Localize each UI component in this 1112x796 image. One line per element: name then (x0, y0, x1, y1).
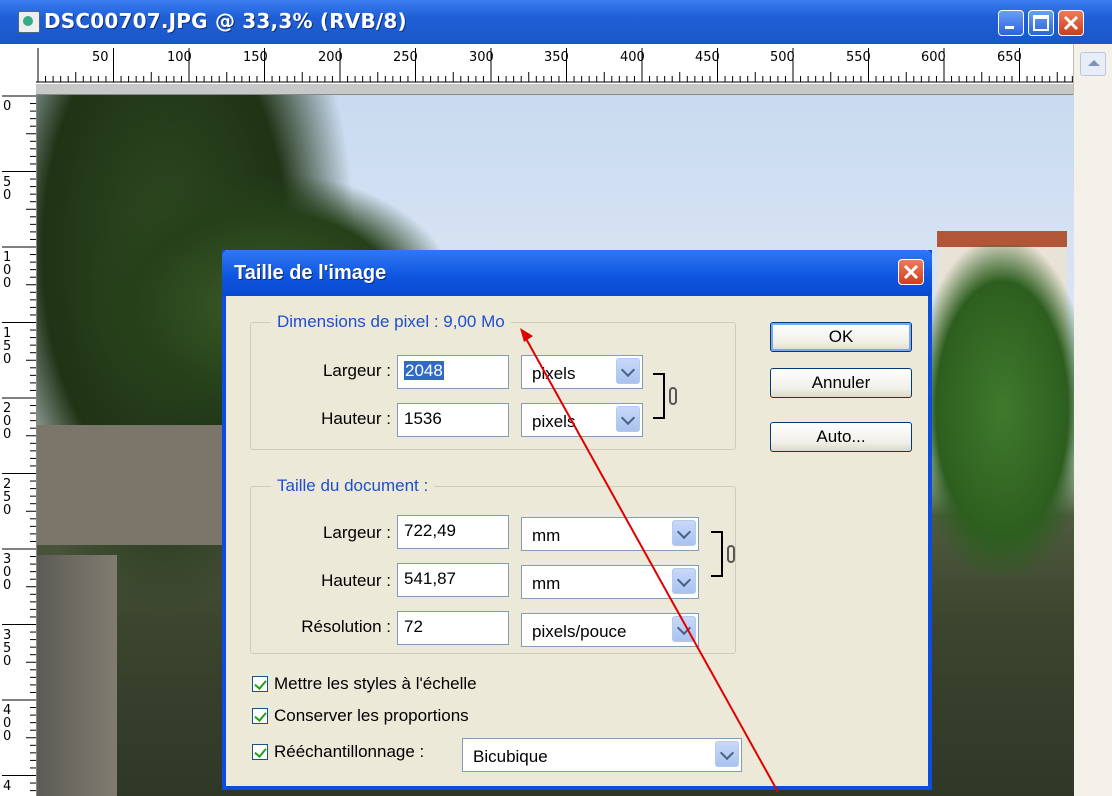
close-icon (903, 264, 919, 280)
image-size-dialog: Taille de l'image Dimensions de pixel : … (222, 250, 932, 790)
ruler-label: 4 (3, 778, 12, 794)
pixel-dimensions-title: Dimensions de pixel : 9,00 Mo (271, 312, 511, 332)
pixel-dimensions-group: Dimensions de pixel : 9,00 Mo Largeur : … (250, 312, 736, 450)
dialog-close-button[interactable] (898, 259, 924, 285)
ruler-label: 350 (544, 50, 569, 65)
ruler-label: 400 (620, 50, 645, 65)
ruler-label: 5 (3, 489, 12, 505)
chevron-down-icon[interactable] (616, 358, 640, 384)
ruler-label: 0 (3, 729, 12, 744)
photo-trees-right (917, 245, 1074, 575)
ruler-label: 5 (3, 338, 12, 354)
canvas-top-border (36, 84, 1074, 95)
ruler-label: 0 (3, 187, 12, 203)
photo-bridge (37, 425, 237, 545)
resolution-label: Résolution : (301, 617, 391, 636)
pixel-height-label: Hauteur : (321, 409, 391, 428)
doc-height-input[interactable]: 541,87 (397, 563, 509, 597)
pixel-height-unit-select[interactable]: pixels (521, 403, 643, 437)
cancel-button[interactable]: Annuler (770, 368, 912, 398)
close-window-button[interactable] (1058, 10, 1084, 36)
chevron-down-icon[interactable] (672, 616, 696, 642)
ruler-label: 0 (3, 578, 12, 593)
minimize-icon (1005, 26, 1014, 29)
ruler-label: 0 (3, 653, 12, 669)
ruler-label: 450 (695, 50, 720, 65)
maximize-icon (1033, 15, 1049, 31)
horizontal-ruler[interactable]: 50 100 150 200 250 300 350 400 450 500 5… (0, 44, 1074, 85)
doc-width-unit-select[interactable]: mm (521, 517, 699, 551)
document-size-group: Taille du document : Largeur : 722,49 mm… (250, 476, 736, 654)
doc-width-input[interactable]: 722,49 (397, 515, 509, 549)
ruler-label: 500 (770, 50, 795, 65)
chevron-down-icon[interactable] (672, 568, 696, 594)
ruler-label: 250 (393, 50, 418, 65)
chevron-down-icon[interactable] (715, 741, 739, 767)
ruler-label: 0 (3, 351, 12, 367)
ruler-label: 550 (846, 50, 871, 65)
ruler-label: 3 (3, 627, 12, 643)
ruler-label: 150 (243, 50, 268, 65)
window-title: DSC00707.JPG @ 33,3% (RVB/8) (44, 9, 407, 33)
scale-styles-checkbox[interactable] (252, 676, 268, 692)
ruler-label: 2 (3, 476, 12, 492)
ruler-label: 50 (92, 50, 109, 65)
photo-quay-wall (37, 555, 117, 796)
chain-link-icon (669, 387, 677, 405)
document-size-title: Taille du document : (271, 476, 435, 496)
ruler-label: 100 (167, 50, 192, 65)
constrain-link-bracket (653, 373, 665, 419)
resolution-unit-select[interactable]: pixels/pouce (521, 613, 699, 647)
dialog-title: Taille de l'image (234, 262, 387, 284)
ruler-label: 1 (3, 325, 12, 341)
scale-styles-label[interactable]: Mettre les styles à l'échelle (274, 674, 477, 694)
pixel-width-input[interactable]: 2048 (397, 355, 509, 389)
pixel-height-input[interactable]: 1536 (397, 403, 509, 437)
chevron-down-icon[interactable] (616, 406, 640, 432)
resample-label[interactable]: Rééchantillonnage : (274, 742, 424, 762)
ruler-label: 5 (3, 174, 12, 190)
pixel-width-label: Largeur : (322, 361, 391, 380)
constrain-proportions-label[interactable]: Conserver les proportions (274, 706, 469, 726)
doc-height-label: Hauteur : (321, 571, 391, 590)
photoshop-document-icon (18, 11, 40, 33)
ruler-label: 300 (469, 50, 494, 65)
chain-link-icon (727, 545, 735, 563)
maximize-button[interactable] (1028, 10, 1054, 36)
doc-height-unit-select[interactable]: mm (521, 565, 699, 599)
doc-width-label: Largeur : (322, 523, 391, 542)
ruler-label: 650 (997, 50, 1022, 65)
constrain-proportions-checkbox[interactable] (252, 708, 268, 724)
ok-button[interactable]: OK (770, 322, 912, 352)
minimize-button[interactable] (998, 10, 1024, 36)
scroll-up-button[interactable] (1080, 52, 1106, 76)
resample-checkbox[interactable] (252, 744, 268, 760)
close-icon (1063, 15, 1079, 31)
auto-button[interactable]: Auto... (770, 422, 912, 452)
vertical-ruler[interactable]: 0501001502002503003504004 (0, 84, 37, 796)
pixel-width-unit-select[interactable]: pixels (521, 355, 643, 389)
ruler-label: 0 (3, 276, 12, 291)
horizontal-ruler-ticks (36, 48, 1074, 83)
ruler-label: 5 (3, 640, 12, 656)
ruler-label: 0 (3, 99, 12, 114)
chevron-down-icon[interactable] (672, 520, 696, 546)
constrain-link-bracket (711, 531, 723, 577)
dialog-titlebar[interactable]: Taille de l'image (222, 250, 932, 296)
ruler-label: 200 (318, 50, 343, 65)
ruler-label: 0 (3, 427, 12, 442)
ruler-label: 0 (3, 502, 12, 518)
resample-method-select[interactable]: Bicubique (462, 738, 742, 772)
window-titlebar[interactable]: DSC00707.JPG @ 33,3% (RVB/8) (0, 0, 1112, 44)
vertical-scrollbar[interactable] (1073, 44, 1112, 796)
ruler-label: 600 (921, 50, 946, 65)
resolution-input[interactable]: 72 (397, 611, 509, 645)
